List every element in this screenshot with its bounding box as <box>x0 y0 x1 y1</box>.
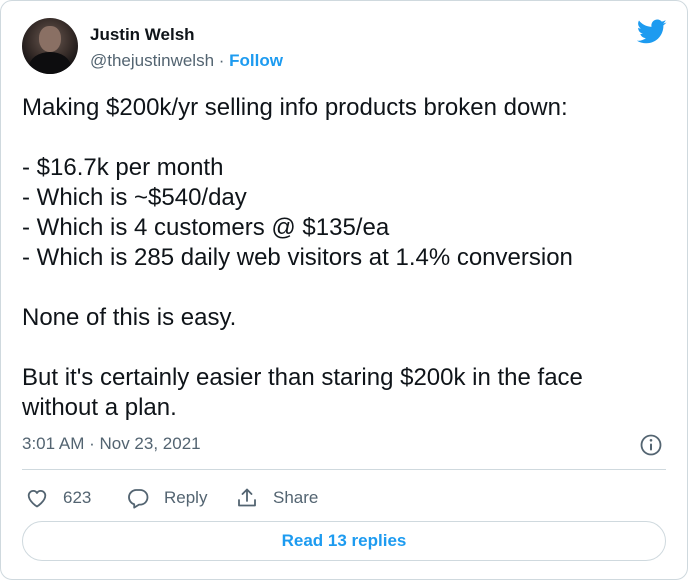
tweet-spacer <box>22 123 662 153</box>
author-handle[interactable]: @thejustinwelsh <box>90 51 214 70</box>
reply-label: Reply <box>164 488 208 507</box>
tweet-line: - Which is 4 customers @ $135/ea <box>22 214 390 241</box>
tweet-line: - $16.7k per month <box>22 154 224 181</box>
tweet-line: - Which is ~$540/day <box>22 184 247 211</box>
heart-icon <box>27 490 47 508</box>
share-label: Share <box>273 488 319 507</box>
share-button[interactable]: Share <box>235 485 318 511</box>
like-count: 623 <box>63 488 92 507</box>
tweet-text: Making $200k/yr selling info products br… <box>22 93 662 423</box>
tweet-line: None of this is easy. <box>22 304 237 331</box>
avatar[interactable] <box>22 18 78 74</box>
tweet-spacer <box>22 273 662 303</box>
author-handle-line: @thejustinwelsh · Follow <box>90 51 283 71</box>
tweet-line: - Which is 285 daily web visitors at 1.4… <box>22 244 573 271</box>
follow-link[interactable]: Follow <box>229 51 283 70</box>
reply-button[interactable]: Reply <box>126 485 207 511</box>
like-button[interactable]: 623 <box>25 485 91 511</box>
twitter-bird-icon[interactable] <box>637 19 667 45</box>
info-icon[interactable] <box>639 433 663 457</box>
handle-separator: · <box>214 51 230 70</box>
divider <box>22 469 666 470</box>
tweet-card: Justin Welsh @thejustinwelsh · Follow Ma… <box>0 0 688 580</box>
share-upload-icon <box>238 488 256 507</box>
tweet-line: Making $200k/yr selling info products br… <box>22 94 568 121</box>
reply-bubble-icon <box>128 489 149 509</box>
tweet-line: without a plan. <box>22 394 177 421</box>
tweet-spacer <box>22 333 662 363</box>
author-name[interactable]: Justin Welsh <box>90 25 195 45</box>
tweet-timestamp[interactable]: 3:01 AM · Nov 23, 2021 <box>22 434 201 454</box>
tweet-line: But it's certainly easier than staring $… <box>22 364 583 391</box>
avatar-body <box>29 52 71 74</box>
read-replies-button[interactable]: Read 13 replies <box>22 521 666 561</box>
avatar-head <box>39 26 61 52</box>
